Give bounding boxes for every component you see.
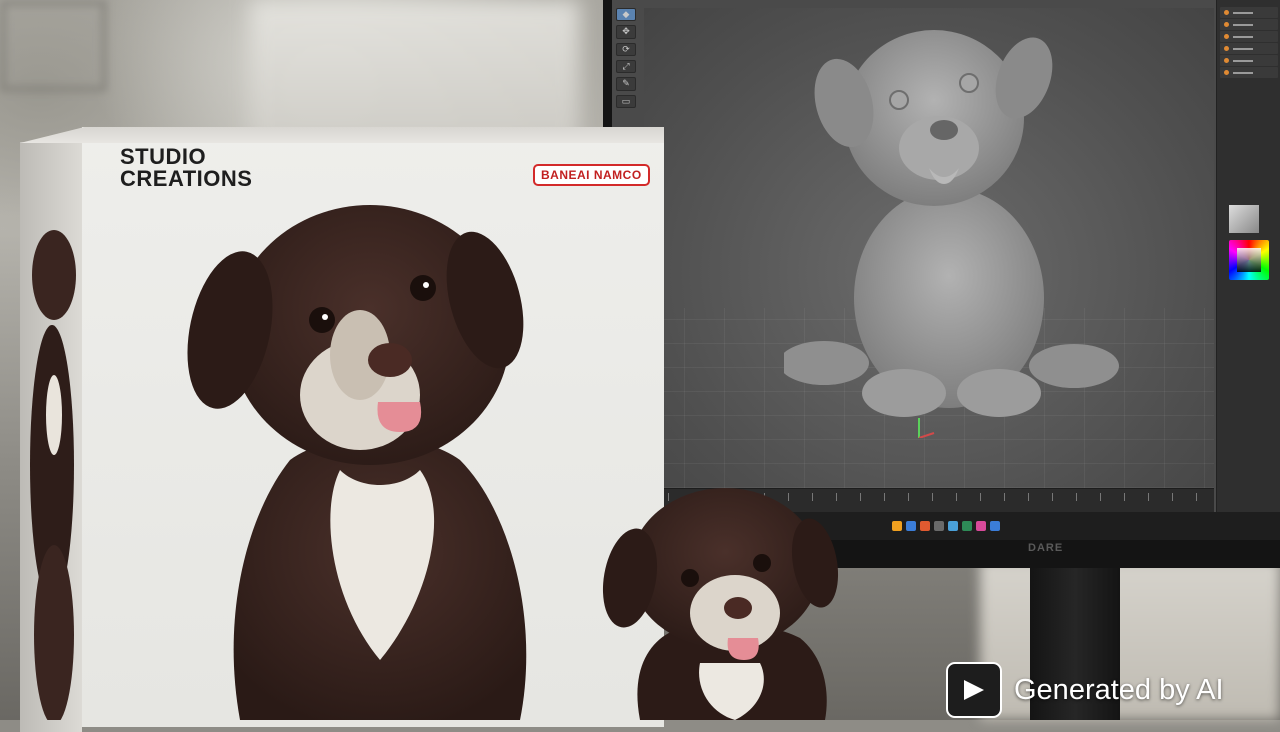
move-tool-icon[interactable]: ✥ — [616, 25, 636, 39]
app-icon[interactable] — [990, 521, 1000, 531]
small-puppy-image — [602, 488, 839, 720]
outliner-item[interactable] — [1220, 19, 1278, 30]
box-title-line1: STUDIO — [120, 144, 207, 169]
monitor-screen: ◆ ✥ ⟳ ⤢ ✎ ▭ — [612, 0, 1280, 540]
outliner-item[interactable] — [1220, 31, 1278, 42]
app-icon[interactable] — [920, 521, 930, 531]
box-top-edge — [20, 127, 664, 143]
app-icon[interactable] — [962, 521, 972, 531]
sculpted-puppy-model[interactable] — [784, 8, 1144, 438]
app-icon[interactable] — [976, 521, 986, 531]
outliner-item[interactable] — [1220, 67, 1278, 78]
select-tool-icon[interactable]: ◆ — [616, 8, 636, 22]
outliner-item[interactable] — [1220, 7, 1278, 18]
color-value-square[interactable] — [1237, 248, 1261, 272]
tool-toolbar: ◆ ✥ ⟳ ⤢ ✎ ▭ — [616, 8, 638, 108]
background-frame — [0, 0, 107, 92]
ai-watermark-text: Generated by AI — [1014, 673, 1224, 706]
measure-tool-icon[interactable]: ▭ — [616, 94, 636, 108]
app-icon[interactable] — [934, 521, 944, 531]
app-icon[interactable] — [948, 521, 958, 531]
app-icon[interactable] — [892, 521, 902, 531]
brush-tool-icon[interactable]: ✎ — [616, 77, 636, 91]
scale-tool-icon[interactable]: ⤢ — [616, 59, 636, 74]
3d-viewport[interactable] — [644, 8, 1214, 488]
outliner-item[interactable] — [1220, 43, 1278, 54]
play-sparkle-icon — [946, 662, 1002, 718]
box-side-dog-image — [30, 230, 76, 720]
app-icon[interactable] — [906, 521, 916, 531]
rotate-tool-icon[interactable]: ⟳ — [616, 42, 636, 56]
ai-watermark: Generated by AI — [946, 662, 1224, 718]
color-picker[interactable] — [1229, 240, 1269, 280]
box-puppy-image — [187, 205, 527, 720]
monitor-brand: DARE — [1028, 542, 1064, 554]
outliner-item[interactable] — [1220, 55, 1278, 66]
properties-panel — [1216, 0, 1280, 540]
material-preview[interactable] — [1229, 205, 1259, 233]
